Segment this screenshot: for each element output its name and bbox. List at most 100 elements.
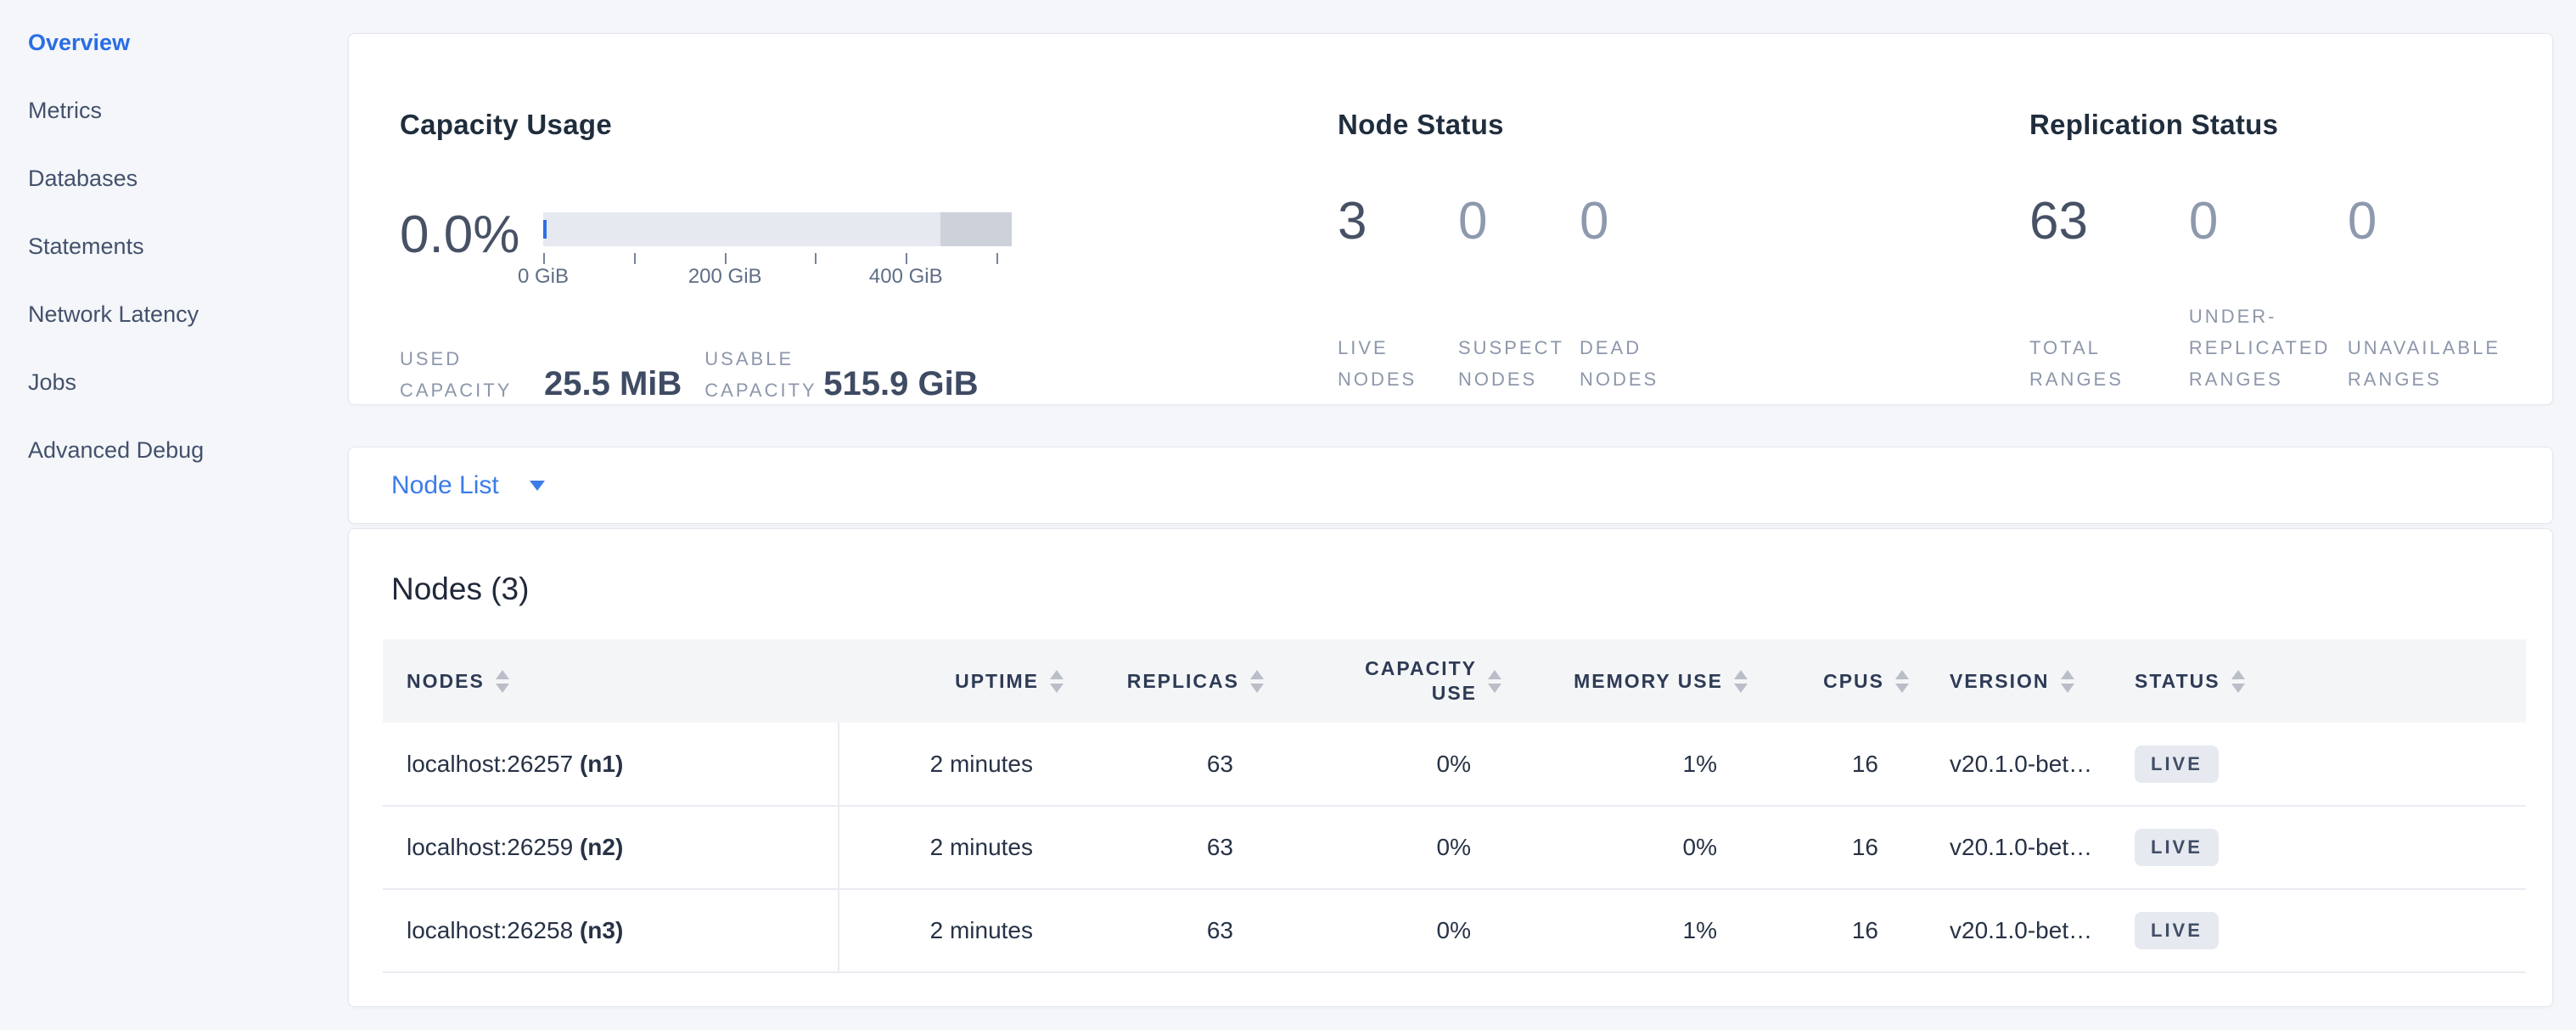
version-cell: v20.1.0-bet… — [1916, 806, 2114, 889]
sidebar: Overview Metrics Databases Statements Ne… — [0, 0, 348, 1030]
under-replicated-ranges-label: UNDER-REPLICATED RANGES — [2189, 301, 2346, 395]
capacity-gauge: 0 GiB 200 GiB 400 GiB — [543, 189, 1012, 290]
node-address: localhost:26257 — [407, 751, 573, 777]
table-row-n1[interactable]: localhost:26257 (n1) 2 minutes 63 0% 1% … — [383, 723, 2526, 806]
sort-icon — [1488, 670, 1501, 693]
node-address-cell[interactable]: localhost:26257 (n1) — [383, 723, 839, 806]
node-list-strip: Node List — [348, 447, 2553, 524]
sort-icon — [1250, 670, 1264, 693]
uptime-cell: 2 minutes — [839, 723, 1070, 806]
column-header-version[interactable]: VERSION — [1916, 639, 2114, 723]
sidebar-item-network-latency[interactable]: Network Latency — [28, 280, 348, 348]
replicas-cell: 63 — [1070, 889, 1271, 972]
node-address-cell[interactable]: localhost:26258 (n3) — [383, 889, 839, 972]
table-row-n3[interactable]: localhost:26258 (n3) 2 minutes 63 0% 1% … — [383, 889, 2526, 972]
under-replicated-ranges-stat: 0 UNDER-REPLICATED RANGES — [2189, 195, 2348, 395]
node-address: localhost:26259 — [407, 834, 573, 860]
dead-nodes-stat: 0 DEAD NODES — [1580, 195, 1724, 395]
column-header-capacity-use[interactable]: CAPACITY USE — [1271, 639, 1508, 723]
capacity-gauge-used-marker — [543, 220, 547, 239]
node-id: (n2) — [580, 834, 623, 860]
status-cell: LIVE — [2114, 889, 2526, 972]
nodes-heading: Nodes (3) — [391, 571, 529, 607]
status-badge: LIVE — [2135, 746, 2219, 783]
column-header-memory-use[interactable]: MEMORY USE — [1508, 639, 1754, 723]
capacity-usage-title: Capacity Usage — [400, 109, 1333, 141]
table-header-row: NODES UPTIME REPLICAS CAPACITY USE MEMOR… — [383, 639, 2526, 723]
replication-status-title: Replication Status — [2029, 109, 2539, 141]
node-address: localhost:26258 — [407, 917, 573, 943]
memory-use-cell: 1% — [1508, 889, 1754, 972]
axis-label-200gib: 200 GiB — [688, 265, 762, 289]
column-header-uptime[interactable]: UPTIME — [839, 639, 1070, 723]
cpus-column-label: CPUS — [1823, 670, 1884, 693]
uptime-column-label: UPTIME — [955, 670, 1039, 693]
axis-label-400gib: 400 GiB — [869, 265, 943, 289]
suspect-nodes-label: SUSPECT NODES — [1458, 332, 1573, 395]
dead-nodes-value: 0 — [1580, 195, 1724, 248]
capacity-gauge-bar — [543, 212, 1012, 246]
capacity-gauge-ticks — [543, 246, 1012, 265]
capacity-use-cell: 0% — [1271, 723, 1508, 806]
cockroachdb-overview-page: Overview Metrics Databases Statements Ne… — [0, 0, 2576, 1030]
version-column-label: VERSION — [1950, 670, 2050, 693]
dead-nodes-label: DEAD NODES — [1580, 332, 1694, 395]
live-nodes-stat: 3 LIVE NODES — [1338, 195, 1458, 395]
table-row-n2[interactable]: localhost:26259 (n2) 2 minutes 63 0% 0% … — [383, 806, 2526, 889]
node-address-cell[interactable]: localhost:26259 (n2) — [383, 806, 839, 889]
sidebar-item-statements[interactable]: Statements — [28, 212, 348, 280]
replicas-cell: 63 — [1070, 806, 1271, 889]
sidebar-item-metrics[interactable]: Metrics — [28, 76, 348, 144]
uptime-cell: 2 minutes — [839, 806, 1070, 889]
sidebar-item-overview[interactable]: Overview — [28, 8, 348, 76]
status-badge: LIVE — [2135, 912, 2219, 949]
axis-label-0gib: 0 GiB — [518, 265, 569, 289]
sort-icon — [2061, 670, 2074, 693]
live-nodes-value: 3 — [1338, 195, 1458, 248]
node-id: (n3) — [580, 917, 623, 943]
total-ranges-stat: 63 TOTAL RANGES — [2029, 195, 2189, 395]
node-list-dropdown-label: Node List — [391, 471, 499, 500]
status-badge: LIVE — [2135, 829, 2219, 866]
memory-use-cell: 1% — [1508, 723, 1754, 806]
column-header-status[interactable]: STATUS — [2114, 639, 2526, 723]
memory-use-cell: 0% — [1508, 806, 1754, 889]
uptime-cell: 2 minutes — [839, 889, 1070, 972]
used-capacity-value: 25.5 MiB — [544, 365, 682, 406]
live-nodes-label: LIVE NODES — [1338, 332, 1450, 395]
node-list-dropdown[interactable]: Node List — [391, 471, 545, 500]
sort-icon — [496, 670, 509, 693]
nodes-card: Nodes (3) NODES UPTIME REPLICAS CAPACITY… — [348, 528, 2553, 1007]
sort-icon — [1050, 670, 1064, 693]
total-ranges-label: TOTAL RANGES — [2029, 332, 2157, 395]
status-cell: LIVE — [2114, 806, 2526, 889]
status-column-label: STATUS — [2135, 670, 2220, 693]
unavailable-ranges-label: UNAVAILABLE RANGES — [2348, 332, 2539, 395]
usable-capacity-value: 515.9 GiB — [823, 365, 978, 406]
nodes-column-label: NODES — [407, 670, 485, 693]
version-cell: v20.1.0-bet… — [1916, 889, 2114, 972]
used-capacity-label: USED CAPACITY — [400, 343, 544, 406]
sidebar-item-jobs[interactable]: Jobs — [28, 348, 348, 416]
nodes-table: NODES UPTIME REPLICAS CAPACITY USE MEMOR… — [383, 639, 2526, 973]
capacity-usage-section: Capacity Usage 0.0% 0 GiB 200 GiB 400 Gi… — [400, 34, 1333, 406]
replicas-cell: 63 — [1070, 723, 1271, 806]
status-cell: LIVE — [2114, 723, 2526, 806]
node-id: (n1) — [580, 751, 623, 777]
capacity-use-cell: 0% — [1271, 889, 1508, 972]
node-status-title: Node Status — [1338, 109, 1932, 141]
sort-icon — [2231, 670, 2245, 693]
capacity-gauge-reserved-segment — [940, 212, 1012, 246]
sidebar-item-databases[interactable]: Databases — [28, 144, 348, 212]
under-replicated-ranges-value: 0 — [2189, 195, 2348, 248]
sidebar-item-advanced-debug[interactable]: Advanced Debug — [28, 416, 348, 484]
node-status-section: Node Status 3 LIVE NODES 0 SUSPECT NODES… — [1338, 34, 1932, 406]
column-header-cpus[interactable]: CPUS — [1754, 639, 1916, 723]
unavailable-ranges-value: 0 — [2348, 195, 2539, 248]
capacity-use-column-label: CAPACITY USE — [1362, 656, 1477, 706]
replication-status-section: Replication Status 63 TOTAL RANGES 0 UND… — [2029, 34, 2539, 406]
suspect-nodes-stat: 0 SUSPECT NODES — [1458, 195, 1580, 395]
column-header-nodes[interactable]: NODES — [383, 639, 839, 723]
column-header-replicas[interactable]: REPLICAS — [1070, 639, 1271, 723]
cluster-summary-card: Capacity Usage 0.0% 0 GiB 200 GiB 400 Gi… — [348, 33, 2553, 405]
